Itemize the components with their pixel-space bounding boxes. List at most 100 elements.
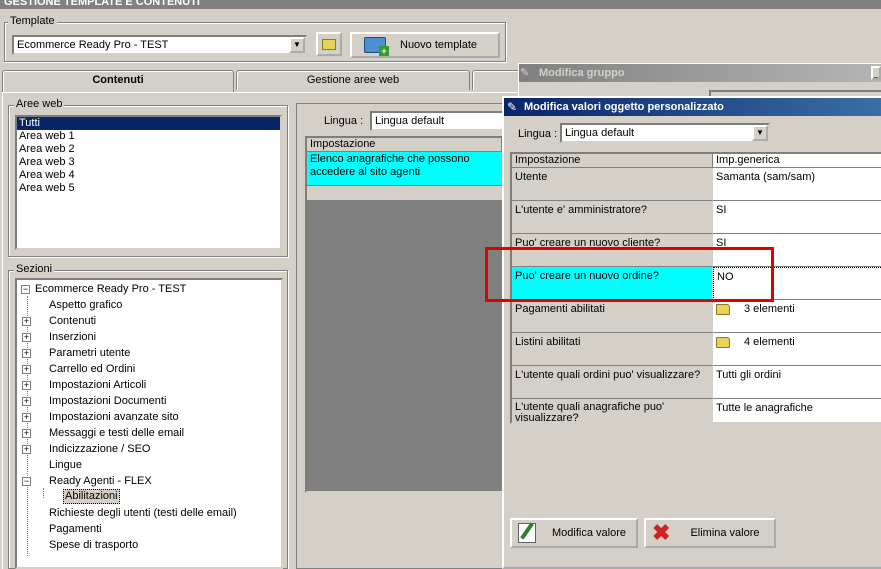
main-window-titlebar: GESTIONE TEMPLATE E CONTENUTI <box>0 0 881 9</box>
tree-item-impostazioni-avanzate[interactable]: + Impostazioni avanzate sito <box>22 409 179 425</box>
tree-item-aspetto-grafico[interactable]: Aspetto grafico <box>49 297 122 313</box>
tree-item-label: Indicizzazione / SEO <box>49 443 151 455</box>
dialog-grid-header-impostazione: Impostazione <box>512 154 713 168</box>
tree-item-lingue[interactable]: Lingue <box>49 457 82 473</box>
tree-item-spese-trasporto[interactable]: Spese di trasporto <box>49 537 138 553</box>
table-row-value[interactable]: Tutti gli ordini <box>713 366 881 399</box>
tree-item-label: Inserzioni <box>49 331 97 343</box>
tree-root[interactable]: − Ecommerce Ready Pro - TEST <box>19 281 186 297</box>
template-select[interactable]: Ecommerce Ready Pro - TEST ▼ <box>12 35 307 55</box>
tree-item-pagamenti[interactable]: Pagamenti <box>49 521 102 537</box>
list-item[interactable]: Area web 2 <box>17 143 280 156</box>
aree-web-label: Aree web <box>14 98 65 110</box>
list-item[interactable]: Area web 4 <box>17 169 280 182</box>
table-row-key[interactable]: Utente <box>512 168 713 201</box>
expand-icon[interactable]: + <box>22 365 31 374</box>
folder-icon <box>716 303 730 315</box>
table-row-key[interactable]: Pagamenti abilitati <box>512 300 713 333</box>
modifica-valore-button[interactable]: Modifica valore <box>510 518 638 548</box>
tree-item-inserzioni[interactable]: + Inserzioni <box>22 329 97 345</box>
aree-web-list[interactable]: Tutti Area web 1 Area web 2 Area web 3 A… <box>15 115 282 250</box>
table-row-key[interactable]: L'utente quali ordini puo' visualizzare? <box>512 366 713 399</box>
tree-item-label: Spese di trasporto <box>49 539 139 551</box>
dialog-titlebar: Modifica valori oggetto personalizzato <box>504 98 881 116</box>
tree-item-label: Contenuti <box>49 315 97 327</box>
tree-item-richieste-utenti[interactable]: Richieste degli utenti (testi delle emai… <box>49 505 237 521</box>
folder-icon <box>322 38 336 50</box>
collapse-icon[interactable]: − <box>22 477 31 486</box>
modifica-valore-label: Modifica valore <box>552 527 626 539</box>
tree-item-ready-agenti[interactable]: − Ready Agenti - FLEX <box>22 473 152 489</box>
dialog-lingua-label: Lingua : <box>518 128 558 140</box>
tree-item-indicizzazione-seo[interactable]: + Indicizzazione / SEO <box>22 441 151 457</box>
table-row-key[interactable]: L'utente e' amministratore? <box>512 201 713 234</box>
template-select-value: Ecommerce Ready Pro - TEST <box>17 39 169 51</box>
middle-grid-empty-row <box>307 186 502 200</box>
edit-icon <box>518 522 536 543</box>
expand-icon[interactable]: + <box>22 445 31 454</box>
tree-item-impostazioni-documenti[interactable]: + Impostazioni Documenti <box>22 393 167 409</box>
tree-item-parametri-utente[interactable]: + Parametri utente <box>22 345 130 361</box>
tree-item-label: Abilitazioni <box>65 490 118 502</box>
list-item[interactable]: Area web 3 <box>17 156 280 169</box>
table-row-value-text: 4 elementi <box>744 336 795 348</box>
expand-icon[interactable]: + <box>22 413 31 422</box>
table-row-key[interactable]: Listini abilitati <box>512 333 713 366</box>
chevron-down-icon[interactable]: ▼ <box>289 37 305 53</box>
list-item[interactable]: Area web 1 <box>17 130 280 143</box>
expand-icon[interactable]: + <box>22 397 31 406</box>
list-item[interactable]: Tutti <box>17 117 280 130</box>
tab-gestione-aree-web[interactable]: Gestione aree web <box>236 70 470 90</box>
tree-line <box>43 488 44 498</box>
delete-icon: ✖ <box>652 520 671 545</box>
tree-item-contenuti[interactable]: + Contenuti <box>22 313 97 329</box>
tree-item-label: Impostazioni Documenti <box>49 395 167 407</box>
middle-grid[interactable]: Impostazione Elenco anagrafiche che poss… <box>305 136 502 493</box>
dialog-grid-header-imp-generica: Imp.generica <box>713 154 881 168</box>
modifica-gruppo-titlebar: Modifica gruppo <box>519 64 881 82</box>
new-template-label: Nuovo template <box>400 39 478 51</box>
dialog-lingua-value: Lingua default <box>565 127 635 139</box>
table-row-value[interactable]: 3 elementi <box>713 300 881 333</box>
table-row-value[interactable]: Samanta (sam/sam) <box>713 168 881 201</box>
modifica-gruppo-title: Modifica gruppo <box>539 67 625 79</box>
collapse-icon[interactable]: − <box>21 285 30 294</box>
modifica-valori-dialog: Modifica valori oggetto personalizzato ✎… <box>502 96 881 569</box>
sezioni-label: Sezioni <box>14 263 55 275</box>
template-group-label: Template <box>8 15 57 27</box>
dialog-lingua-select[interactable]: Lingua default ▼ <box>560 123 770 143</box>
open-folder-button[interactable] <box>316 32 342 56</box>
middle-lingua-label: Lingua : <box>324 115 364 127</box>
tree-item-label: Carrello ed Ordini <box>49 363 136 375</box>
tree-item-label: Richieste degli utenti (testi delle emai… <box>49 507 237 519</box>
table-row-value[interactable]: SI <box>713 201 881 234</box>
chevron-down-icon[interactable]: ▼ <box>752 125 768 141</box>
table-row-value[interactable]: Tutte le anagrafiche <box>713 399 881 422</box>
tree-item-carrello-ordini[interactable]: + Carrello ed Ordini <box>22 361 136 377</box>
table-row-value[interactable]: 4 elementi <box>713 333 881 366</box>
sezioni-tree[interactable]: − Ecommerce Ready Pro - TEST Aspetto gra… <box>15 278 283 569</box>
expand-icon[interactable]: + <box>22 429 31 438</box>
tree-item-label: Aspetto grafico <box>49 299 123 311</box>
expand-icon[interactable]: + <box>22 381 31 390</box>
new-template-button[interactable]: + Nuovo template <box>350 32 500 58</box>
tab-contenuti[interactable]: Contenuti <box>2 70 234 92</box>
middle-grid-row[interactable]: Elenco anagrafiche che possono accedere … <box>307 152 502 186</box>
annotation-highlight-box <box>485 247 774 302</box>
expand-icon[interactable]: + <box>22 333 31 342</box>
middle-lingua-select[interactable]: Lingua default <box>370 111 502 131</box>
tree-item-messaggi-email[interactable]: + Messaggi e testi delle email <box>22 425 184 441</box>
tree-item-label: Lingue <box>49 459 83 471</box>
expand-icon[interactable]: + <box>22 317 31 326</box>
table-row-key[interactable]: L'utente quali anagrafiche puo' visualiz… <box>512 399 713 422</box>
expand-icon[interactable]: + <box>22 349 31 358</box>
main-window-title: GESTIONE TEMPLATE E CONTENUTI <box>4 0 200 8</box>
list-item[interactable]: Area web 5 <box>17 182 280 195</box>
tab-gestione-aree-web-label: Gestione aree web <box>306 74 400 86</box>
table-row-value-text: 3 elementi <box>744 303 795 315</box>
tree-item-abilitazioni[interactable]: Abilitazioni <box>63 489 120 504</box>
middle-lingua-value: Lingua default <box>375 115 445 127</box>
elimina-valore-button[interactable]: ✖ Elimina valore <box>644 518 776 548</box>
tree-item-impostazioni-articoli[interactable]: + Impostazioni Articoli <box>22 377 146 393</box>
minimize-button[interactable]: _ <box>871 66 881 80</box>
